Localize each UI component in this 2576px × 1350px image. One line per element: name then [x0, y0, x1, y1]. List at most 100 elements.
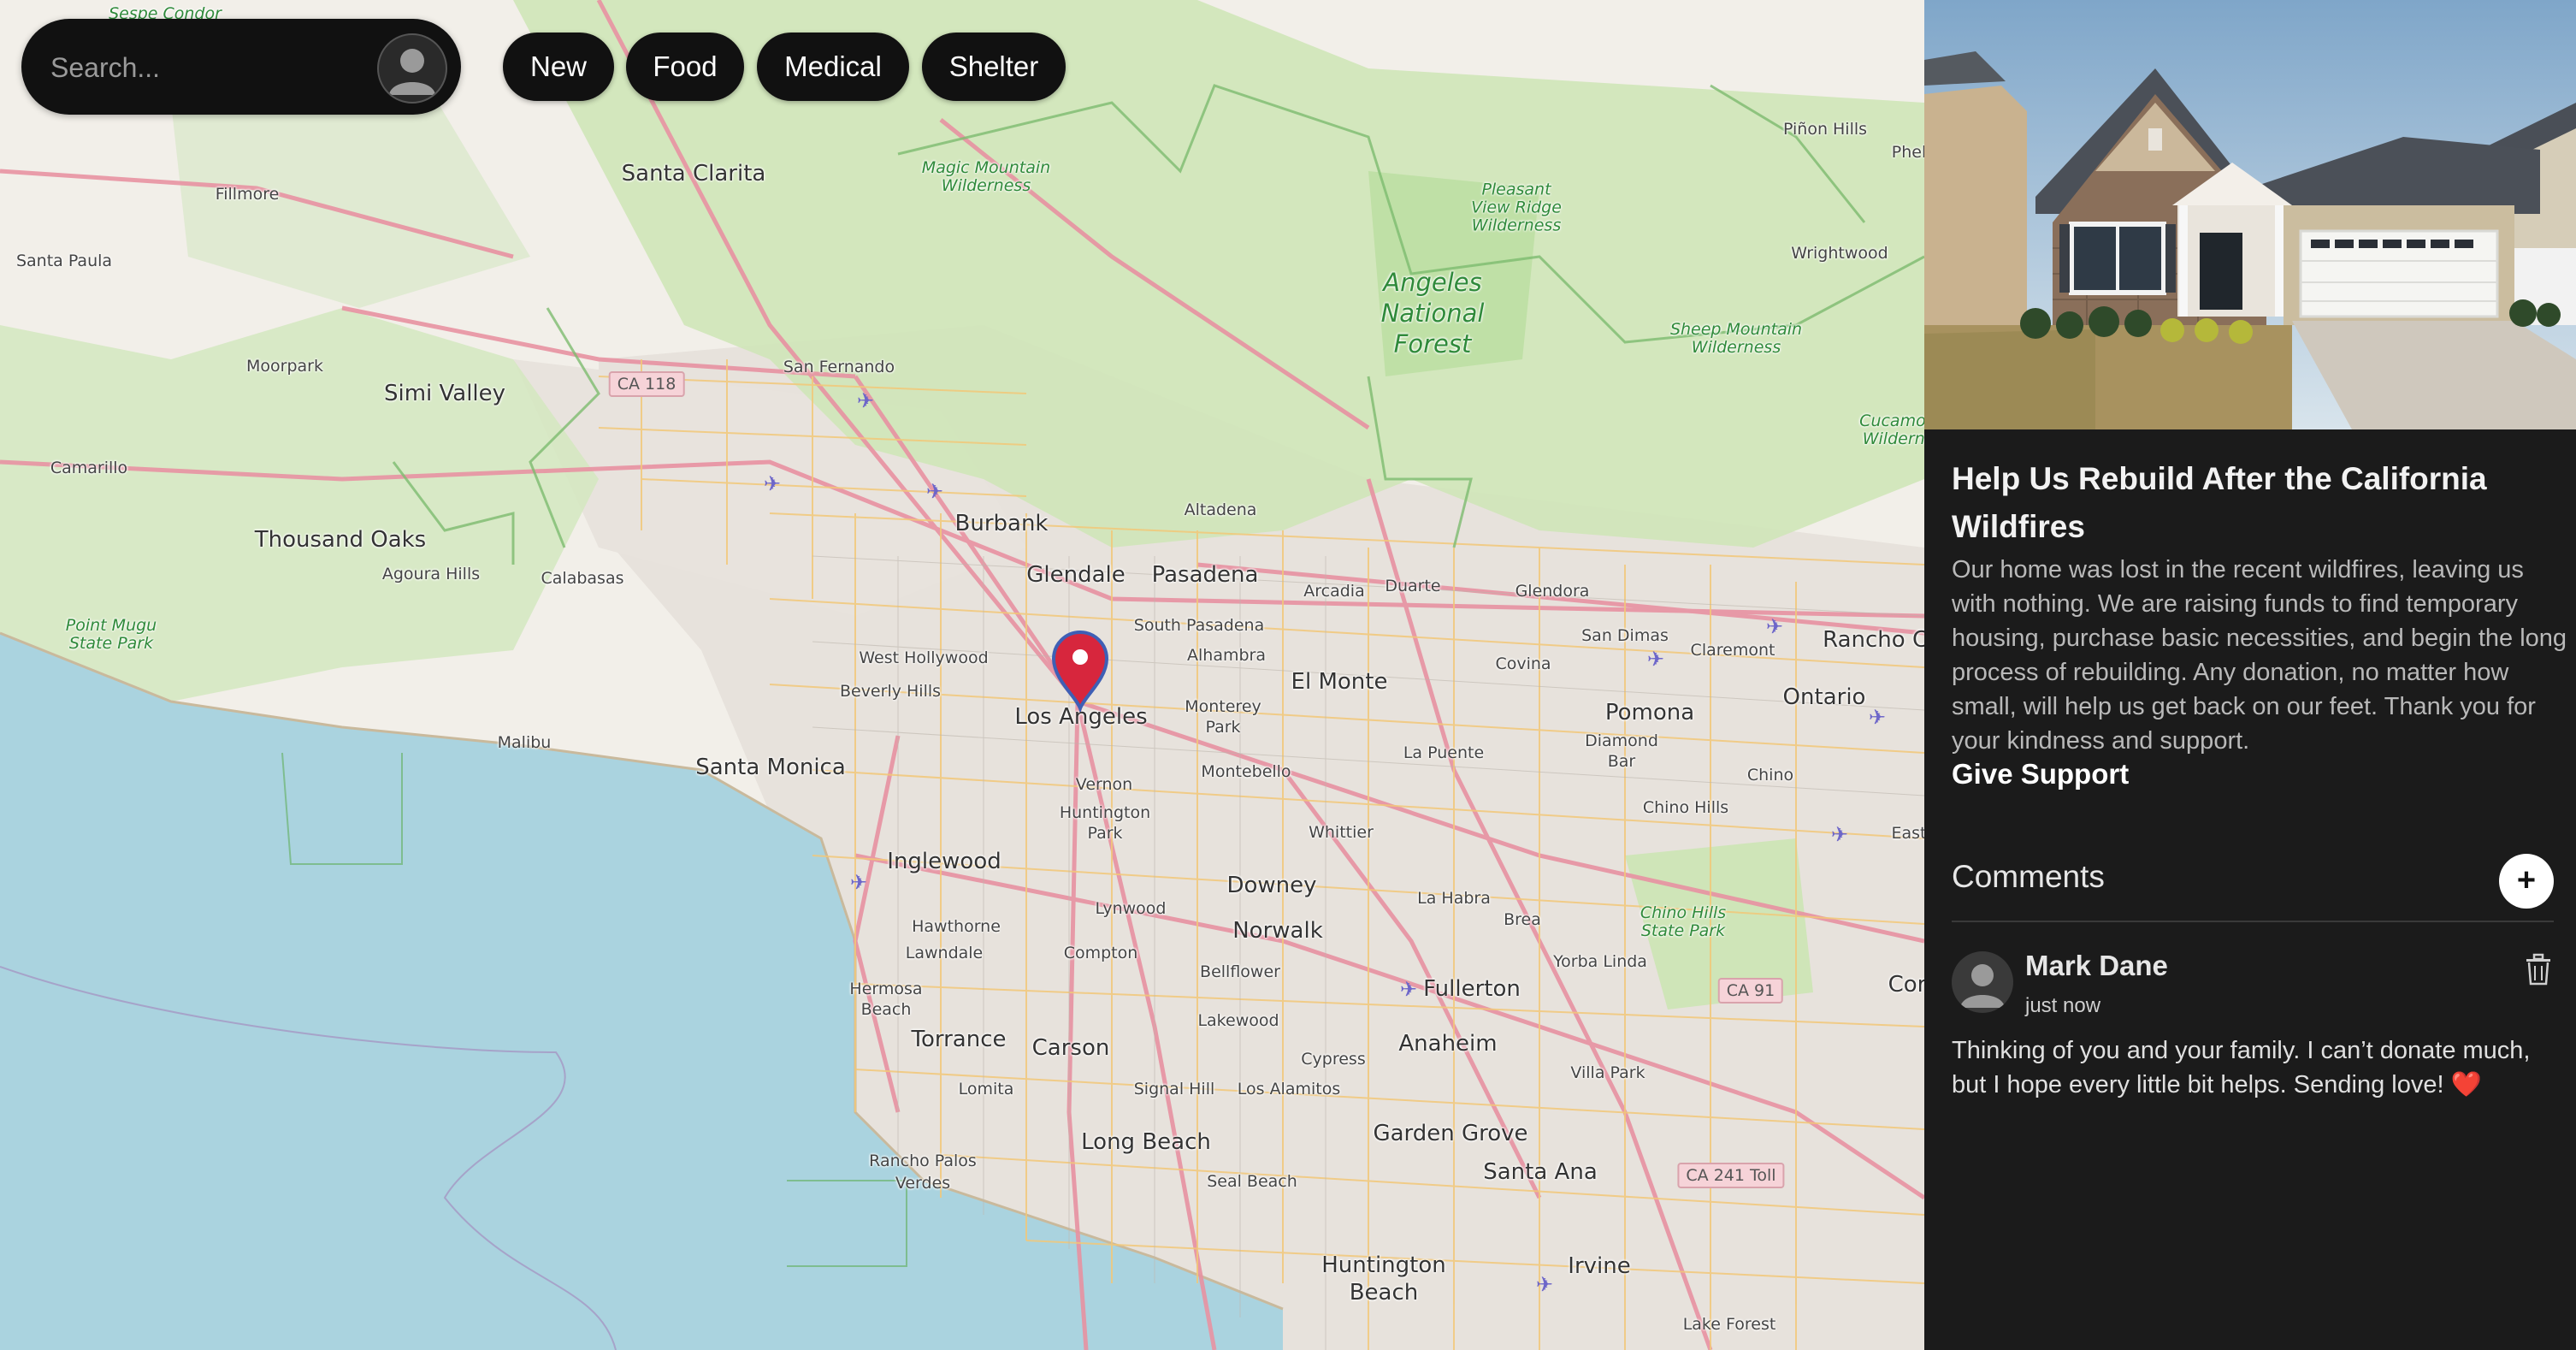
place-label: Lawndale: [905, 944, 984, 962]
place-label: Phel: [1891, 143, 1924, 162]
place-label: Downey: [1226, 873, 1317, 898]
place-label: Ontario: [1782, 684, 1866, 710]
place-label: Piñon Hills: [1782, 120, 1868, 139]
place-label: Carson: [1031, 1035, 1110, 1061]
airport-icon: ✈: [1765, 615, 1784, 639]
place-label: San Fernando: [783, 358, 895, 376]
place-label: Burbank: [954, 511, 1049, 536]
place-label: Agoura Hills: [381, 565, 481, 583]
highway-shield: CA 91: [1717, 978, 1784, 1004]
place-label: Pomona: [1604, 700, 1695, 725]
place-label: Yorba Linda: [1553, 952, 1647, 971]
place-label: Vernon: [1075, 775, 1133, 794]
comments-heading: Comments: [1952, 859, 2105, 894]
comment-text: Thinking of you and your family. I can’t…: [1952, 1037, 2531, 1098]
place-label: Montebello: [1201, 762, 1291, 781]
highway-shield: CA 118: [608, 371, 685, 397]
place-label: Alhambra: [1187, 646, 1266, 665]
user-icon: [1960, 964, 2005, 1008]
place-label: Los Alamitos: [1237, 1080, 1341, 1098]
place-label: Hawthorne: [912, 917, 1001, 936]
add-comment-button[interactable]: +: [2499, 854, 2554, 909]
comment-author: Mark Dane: [2025, 950, 2168, 981]
place-label: Compton: [1063, 944, 1138, 962]
place-label: Monterey Park: [1185, 697, 1261, 737]
place-label: Santa Monica: [695, 755, 846, 780]
place-label: Simi Valley: [383, 381, 506, 406]
filter-new-button[interactable]: New: [503, 33, 614, 101]
place-label: Angeles National Forest: [1380, 268, 1485, 358]
place-label: La Habra: [1417, 889, 1491, 908]
place-label: Torrance: [911, 1027, 1007, 1052]
comment-timestamp: just now: [2025, 994, 2101, 1017]
place-label: Seal Beach: [1207, 1172, 1297, 1191]
place-label: Santa Clarita: [621, 161, 766, 187]
place-label: Bellflower: [1200, 962, 1280, 981]
place-label: Pasadena: [1151, 562, 1259, 588]
place-label: Chino Hills: [1642, 798, 1729, 817]
place-label: Camarillo: [50, 459, 128, 477]
avatar: [1952, 951, 2013, 1013]
place-label: Lomita: [958, 1080, 1014, 1098]
place-label: El Monte: [1291, 669, 1388, 695]
place-label: Cor: [1888, 972, 1924, 998]
map-tiles: [0, 0, 1924, 1350]
place-label: Garden Grove: [1373, 1121, 1528, 1146]
place-label: East: [1891, 824, 1925, 843]
give-support-link[interactable]: Give Support: [1952, 758, 2129, 790]
place-label: Magic Mountain Wilderness: [921, 158, 1051, 195]
place-label: Cypress: [1301, 1050, 1366, 1069]
place-label: Altadena: [1184, 500, 1257, 519]
place-label: Huntington Park: [1059, 803, 1151, 843]
place-label: Irvine: [1568, 1253, 1631, 1279]
place-label: Diamond Bar: [1585, 731, 1658, 771]
filter-shelter-button[interactable]: Shelter: [922, 33, 1066, 101]
place-label: San Dimas: [1581, 626, 1669, 645]
post-title: Help Us Rebuild After the California Wil…: [1952, 461, 2487, 544]
place-label: Lakewood: [1197, 1011, 1279, 1030]
airport-icon: ✈: [925, 480, 944, 504]
place-label: Villa Park: [1570, 1063, 1645, 1082]
location-pin-icon[interactable]: [1050, 630, 1110, 712]
trash-icon[interactable]: [2523, 952, 2554, 986]
filter-medical-button[interactable]: Medical: [757, 33, 909, 101]
place-label: Long Beach: [1081, 1129, 1211, 1155]
filter-food-button[interactable]: Food: [626, 33, 744, 101]
place-label: La Puente: [1403, 743, 1485, 762]
place-label: Point Mugu State Park: [65, 616, 157, 653]
place-label: Inglewood: [887, 849, 1001, 874]
place-label: Chino Hills State Park: [1640, 903, 1727, 940]
place-label: Pleasant View Ridge Wilderness: [1471, 180, 1562, 235]
place-label: Glendora: [1515, 582, 1590, 601]
airport-icon: ✈: [763, 472, 782, 496]
search-input[interactable]: [49, 44, 377, 91]
place-label: Fullerton: [1423, 976, 1521, 1002]
house-photo: [1924, 0, 2576, 429]
place-label: Brea: [1504, 910, 1541, 929]
place-label: Signal Hill: [1133, 1080, 1215, 1098]
place-label: Thousand Oaks: [254, 527, 427, 553]
map[interactable]: Sespe Condor Santa Clarita Fillmore Sant…: [0, 0, 1924, 1350]
airport-icon: ✈: [849, 871, 868, 895]
place-label: Rancho Cuc: [1823, 627, 1924, 653]
place-label: Moorpark: [246, 357, 323, 376]
place-label: Sheep Mountain Wilderness: [1669, 320, 1803, 357]
place-label: Glendale: [1026, 562, 1126, 588]
place-label: Cucamong Wildernes: [1859, 412, 1924, 448]
place-label: Lake Forest: [1682, 1315, 1776, 1334]
place-label: Huntington Beach: [1321, 1252, 1446, 1306]
airport-icon: ✈: [1535, 1273, 1554, 1297]
place-label: Wrightwood: [1791, 244, 1888, 263]
highway-shield: CA 241 Toll: [1677, 1163, 1785, 1188]
place-label: Calabasas: [541, 569, 624, 588]
place-label: West Hollywood: [859, 648, 989, 667]
place-label: Claremont: [1690, 641, 1775, 660]
user-avatar-button[interactable]: [377, 33, 447, 104]
place-label: Covina: [1495, 654, 1551, 673]
place-label: Chino: [1746, 766, 1794, 785]
place-label: Norwalk: [1232, 918, 1323, 944]
search-bar: [21, 19, 461, 115]
place-label: Beverly Hills: [839, 682, 942, 701]
place-label: Anaheim: [1398, 1031, 1498, 1057]
place-label: Malibu: [497, 733, 552, 752]
